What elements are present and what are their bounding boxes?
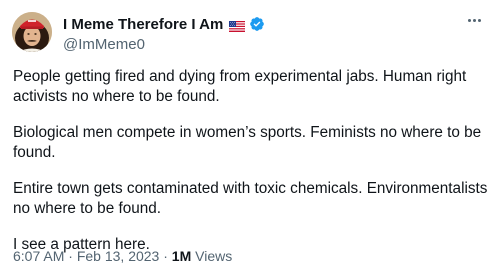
verified-badge-icon[interactable]	[249, 16, 265, 32]
author-handle[interactable]: @ImMeme0	[63, 36, 145, 53]
author-name-row: I Meme Therefore I Am	[63, 15, 265, 33]
tweet-card: I Meme Therefore I Am @ImMeme0 People ge…	[0, 0, 500, 279]
tweet-paragraph: Biological men compete in women’s sports…	[13, 124, 482, 161]
views-label: Views	[191, 248, 233, 264]
meta-separator: ·	[64, 248, 77, 264]
tweet-paragraph: People getting fired and dying from expe…	[13, 68, 467, 105]
avatar-image	[12, 12, 52, 52]
tweet-text: People getting fired and dying from expe…	[13, 67, 493, 271]
more-dot-icon	[467, 18, 471, 22]
avatar[interactable]	[12, 12, 52, 52]
us-flag-icon	[229, 19, 246, 32]
author-display-name[interactable]: I Meme Therefore I Am	[63, 16, 223, 33]
tweet-date[interactable]: Feb 13, 2023	[77, 248, 160, 264]
tweet-paragraph: Entire town gets contaminated with toxic…	[13, 180, 488, 217]
meta-separator: ·	[159, 248, 172, 264]
more-options-button[interactable]	[464, 12, 484, 28]
more-dot-icon	[472, 18, 476, 22]
tweet-meta: 6:07 AM · Feb 13, 2023 · 1M Views	[13, 248, 232, 264]
views-count: 1M	[171, 248, 192, 264]
tweet-time[interactable]: 6:07 AM	[13, 248, 64, 264]
more-dot-icon	[477, 18, 481, 22]
